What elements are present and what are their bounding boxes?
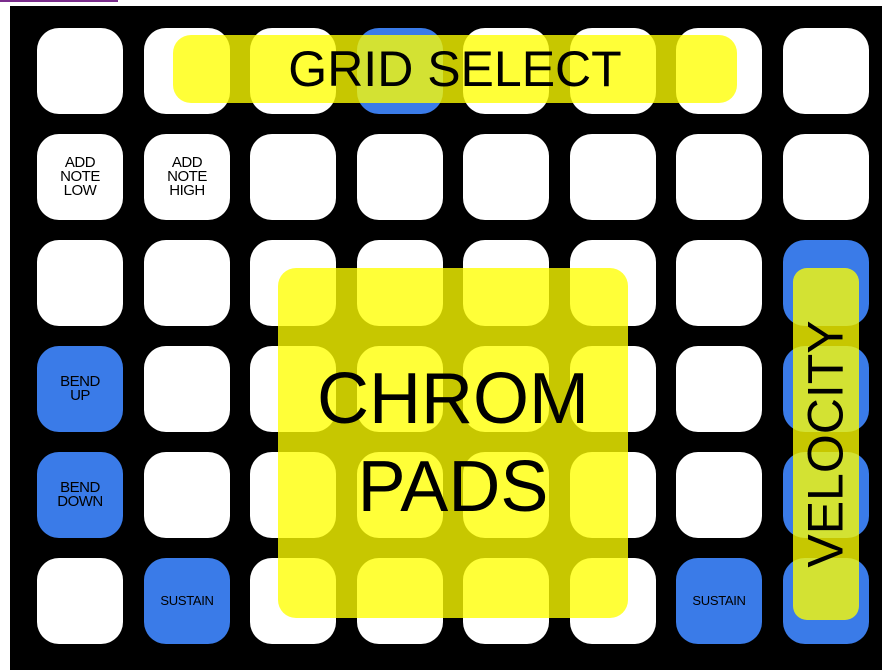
pad-r5-c2[interactable] bbox=[144, 452, 230, 538]
pad-r6-c2[interactable]: SUSTAIN bbox=[144, 558, 230, 644]
pad-r6-c1[interactable] bbox=[37, 558, 123, 644]
pad-r2-c4[interactable] bbox=[357, 134, 443, 220]
pad-r2-c6[interactable] bbox=[570, 134, 656, 220]
velocity-label: VELOCITY bbox=[798, 320, 855, 568]
pad-r2-c1[interactable]: ADD NOTE LOW bbox=[37, 134, 123, 220]
pad-r3-c2[interactable] bbox=[144, 240, 230, 326]
pad-r1-c1[interactable] bbox=[37, 28, 123, 114]
pad-r6-c7[interactable]: SUSTAIN bbox=[676, 558, 762, 644]
grid-select-overlay: GRID SELECT bbox=[173, 35, 737, 103]
pad-r2-c5[interactable] bbox=[463, 134, 549, 220]
chrom-pads-overlay: CHROM PADS bbox=[278, 268, 628, 618]
pad-r2-c8[interactable] bbox=[783, 134, 869, 220]
pad-r2-c7[interactable] bbox=[676, 134, 762, 220]
pad-r5-c1[interactable]: BEND DOWN bbox=[37, 452, 123, 538]
pad-r2-c3[interactable] bbox=[250, 134, 336, 220]
pad-r3-c7[interactable] bbox=[676, 240, 762, 326]
pad-r4-c2[interactable] bbox=[144, 346, 230, 432]
velocity-overlay: VELOCITY bbox=[793, 268, 859, 620]
pad-r1-c8[interactable] bbox=[783, 28, 869, 114]
pad-r5-c7[interactable] bbox=[676, 452, 762, 538]
pad-r2-c2[interactable]: ADD NOTE HIGH bbox=[144, 134, 230, 220]
pad-r4-c7[interactable] bbox=[676, 346, 762, 432]
link-underline bbox=[0, 0, 118, 2]
pad-r4-c1[interactable]: BEND UP bbox=[37, 346, 123, 432]
pad-r3-c1[interactable] bbox=[37, 240, 123, 326]
